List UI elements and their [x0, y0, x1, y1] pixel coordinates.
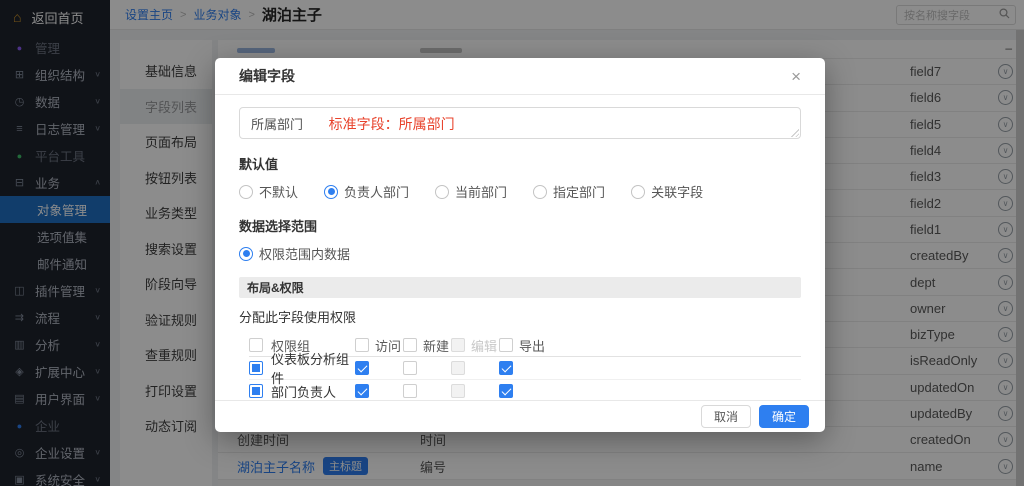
radio-icon	[533, 185, 547, 199]
edit-checkbox-disabled	[451, 384, 465, 398]
default-value-radio-group: 不默认 负责人部门 当前部门 指定部门 关联字段	[239, 182, 801, 201]
resize-grip[interactable]	[790, 128, 799, 137]
permission-column-header: 导出	[499, 336, 547, 355]
column-label: 导出	[519, 336, 545, 355]
radio-option[interactable]: 负责人部门	[324, 182, 409, 201]
row-indeterminate-checkbox[interactable]	[249, 361, 263, 375]
close-icon[interactable]: ×	[791, 68, 801, 85]
select-all-checkbox[interactable]	[249, 338, 263, 352]
row-indeterminate-checkbox[interactable]	[249, 384, 263, 398]
edit-checkbox-disabled	[451, 361, 465, 375]
create-checkbox[interactable]	[403, 361, 417, 375]
edit-field-modal: 编辑字段 × 所属部门 标准字段：所属部门 默认值 不默认 负责人部门	[215, 58, 825, 432]
column-checkbox[interactable]	[499, 338, 513, 352]
permission-row: 部门负责人	[249, 380, 801, 400]
permission-column-header: 新建	[403, 336, 451, 355]
modal-title: 编辑字段	[239, 66, 295, 86]
layout-permission-section-title: 布局&权限	[239, 277, 801, 298]
radio-label: 当前部门	[455, 182, 507, 201]
permission-row: 仪表板分析组件	[249, 357, 801, 380]
column-checkbox[interactable]	[403, 338, 417, 352]
create-checkbox[interactable]	[403, 384, 417, 398]
modal-footer: 取消 确定	[215, 400, 825, 432]
permission-group-name: 部门负责人	[271, 382, 336, 401]
radio-option[interactable]: 权限范围内数据	[239, 244, 350, 263]
app-root: 设置主页 > 业务对象 > 湖泊主子 按名称搜字段 基础信息 字段列表 页面布局…	[0, 0, 1024, 486]
radio-icon	[435, 185, 449, 199]
assign-permission-label: 分配此字段使用权限	[239, 307, 801, 326]
radio-label: 指定部门	[553, 182, 605, 201]
radio-option[interactable]: 当前部门	[435, 182, 507, 201]
radio-label: 不默认	[259, 182, 298, 201]
column-checkbox[interactable]	[451, 338, 465, 352]
export-checkbox[interactable]	[499, 384, 513, 398]
radio-label: 权限范围内数据	[259, 244, 350, 263]
permission-column-header: 访问	[355, 336, 403, 355]
radio-label: 关联字段	[651, 182, 703, 201]
cancel-button[interactable]: 取消	[701, 405, 751, 428]
column-label: 访问	[375, 336, 401, 355]
column-label: 新建	[423, 336, 449, 355]
radio-label: 负责人部门	[344, 182, 409, 201]
radio-icon	[631, 185, 645, 199]
modal-body: 所属部门 标准字段：所属部门 默认值 不默认 负责人部门 当前部门	[215, 95, 825, 400]
radio-option[interactable]: 不默认	[239, 182, 298, 201]
field-name-value: 所属部门	[251, 117, 303, 132]
access-checkbox[interactable]	[355, 361, 369, 375]
permission-table: 权限组 访问 新建 编辑 导出	[239, 334, 801, 400]
data-range-radio-group: 权限范围内数据	[239, 244, 801, 263]
export-checkbox[interactable]	[499, 361, 513, 375]
radio-icon	[239, 185, 253, 199]
permission-column-header: 编辑	[451, 336, 499, 355]
field-name-textarea[interactable]: 所属部门 标准字段：所属部门	[239, 107, 801, 139]
radio-option[interactable]: 指定部门	[533, 182, 605, 201]
column-label: 编辑	[471, 336, 497, 355]
column-checkbox[interactable]	[355, 338, 369, 352]
radio-icon	[324, 185, 338, 199]
default-value-label: 默认值	[239, 154, 801, 173]
radio-icon	[239, 247, 253, 261]
red-annotation-text: 标准字段：所属部门	[329, 116, 455, 132]
modal-header: 编辑字段 ×	[215, 58, 825, 95]
data-range-label: 数据选择范围	[239, 216, 801, 235]
access-checkbox[interactable]	[355, 384, 369, 398]
radio-option[interactable]: 关联字段	[631, 182, 703, 201]
confirm-button[interactable]: 确定	[759, 405, 809, 428]
